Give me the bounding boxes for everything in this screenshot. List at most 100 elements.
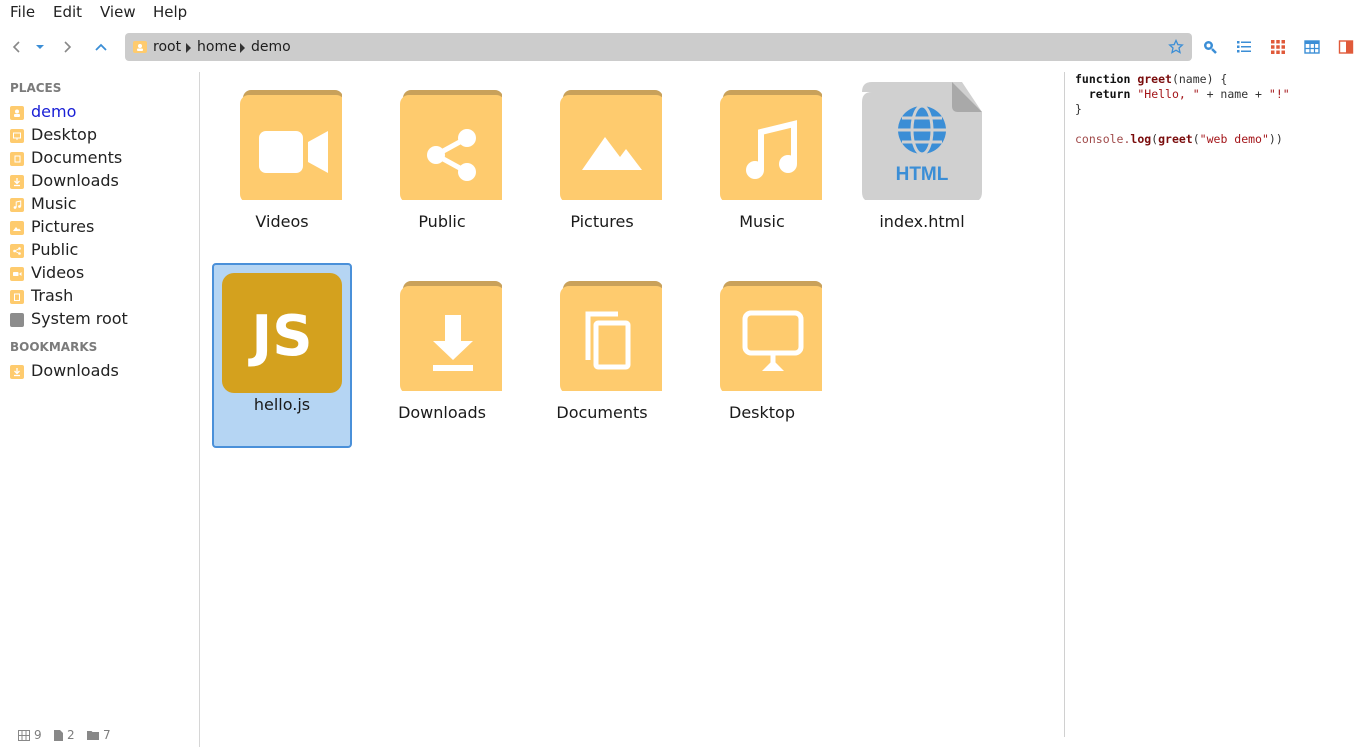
grid-view-button[interactable] <box>1269 38 1287 56</box>
menu-edit[interactable]: Edit <box>53 3 82 21</box>
sidebar-item-music[interactable]: Music <box>10 194 195 216</box>
drive-icon <box>10 313 24 327</box>
sidebar-item-label: Pictures <box>31 217 95 236</box>
videos-folder-icon <box>240 90 342 200</box>
chevron-up-icon <box>95 43 107 51</box>
home-folder-icon <box>10 106 24 120</box>
code-preview: function greet(name) { return "Hello, " … <box>1075 72 1290 147</box>
code-token: (name) { <box>1171 72 1228 86</box>
file-tile-videos[interactable]: Videos <box>212 72 352 257</box>
preview-pane-button[interactable] <box>1337 38 1355 56</box>
menu-file[interactable]: File <box>10 3 35 21</box>
sidebar-item-system-root[interactable]: System root <box>10 309 195 331</box>
file-icon <box>54 729 63 741</box>
back-button[interactable] <box>6 36 28 58</box>
file-tile-documents[interactable]: Documents <box>532 263 672 448</box>
pictures-folder-icon <box>10 221 24 235</box>
code-token: greet <box>1137 72 1172 86</box>
file-tile-pictures[interactable]: Pictures <box>532 72 672 257</box>
trash-icon <box>10 290 24 304</box>
desktop-folder-icon <box>10 129 24 143</box>
list-view-icon <box>1237 41 1251 53</box>
sidebar-item-label: Public <box>31 240 79 259</box>
sidebar-item-label: Documents <box>31 148 123 167</box>
file-name: Videos <box>255 212 309 231</box>
sidebar-item-documents[interactable]: Documents <box>10 148 195 170</box>
history-dropdown-button[interactable] <box>29 36 51 58</box>
breadcrumb-root[interactable]: root <box>153 39 181 55</box>
path-bar[interactable]: root home demo <box>125 33 1192 61</box>
forward-button[interactable] <box>56 36 78 58</box>
public-folder-icon <box>10 244 24 258</box>
grid-view-icon <box>1271 40 1285 54</box>
file-type-badge: HTML <box>896 164 949 185</box>
sidebar: PLACES demo Desktop Documents Downloads … <box>0 72 200 747</box>
search-button[interactable] <box>1201 38 1219 56</box>
sidebar-item-public[interactable]: Public <box>10 240 195 262</box>
item-count: 9 <box>34 728 42 742</box>
chevron-right-icon <box>64 41 72 53</box>
file-tile-index-html[interactable]: HTML index.html <box>852 72 992 257</box>
desktop-folder-icon <box>720 281 822 391</box>
sidebar-item-pictures[interactable]: Pictures <box>10 217 195 239</box>
bookmark-star-icon[interactable] <box>1168 39 1184 55</box>
code-token: } <box>1075 102 1082 116</box>
list-view-button[interactable] <box>1235 38 1253 56</box>
table-view-button[interactable] <box>1303 38 1321 56</box>
downloads-folder-icon <box>10 175 24 189</box>
sidebar-item-demo[interactable]: demo <box>10 102 195 124</box>
search-icon <box>1204 41 1217 54</box>
file-name: Pictures <box>570 212 634 231</box>
folder-icon <box>87 731 99 740</box>
file-tile-public[interactable]: Public <box>372 72 512 257</box>
grid-icon <box>18 729 30 741</box>
sidebar-item-trash[interactable]: Trash <box>10 286 195 308</box>
bookmark-item-downloads[interactable]: Downloads <box>10 361 195 383</box>
javascript-file-icon: JS <box>222 273 342 393</box>
sidebar-item-label: Trash <box>31 286 74 305</box>
file-tile-downloads[interactable]: Downloads <box>372 263 512 448</box>
sidebar-item-downloads[interactable]: Downloads <box>10 171 195 193</box>
code-token: "!" <box>1268 87 1290 101</box>
sidebar-item-label: Downloads <box>31 171 119 190</box>
music-folder-icon <box>720 90 822 200</box>
file-grid: Videos Public Pictures Music HTML index.… <box>200 72 1064 747</box>
file-tile-music[interactable]: Music <box>692 72 832 257</box>
downloads-folder-icon <box>400 281 502 391</box>
sidebar-item-label: Music <box>31 194 77 213</box>
file-name: Public <box>418 212 466 231</box>
code-token: function <box>1075 72 1131 86</box>
preview-pane: function greet(name) { return "Hello, " … <box>1064 72 1364 737</box>
breadcrumb-demo[interactable]: demo <box>251 39 291 55</box>
up-button[interactable] <box>90 36 112 58</box>
file-name: index.html <box>879 212 965 231</box>
table-view-icon <box>1304 40 1320 54</box>
documents-folder-icon <box>560 281 662 391</box>
file-tile-desktop[interactable]: Desktop <box>692 263 832 448</box>
code-token: )) <box>1268 132 1283 146</box>
sidebar-item-desktop[interactable]: Desktop <box>10 125 195 147</box>
folder-count: 7 <box>103 728 111 742</box>
file-name: Documents <box>556 403 648 422</box>
code-token: "Hello, " <box>1137 87 1200 101</box>
file-name: hello.js <box>253 395 311 414</box>
menu-view[interactable]: View <box>100 3 136 21</box>
pictures-folder-icon <box>560 90 662 200</box>
status-folders: 7 <box>87 728 111 742</box>
code-token: log <box>1130 132 1152 146</box>
menu-help[interactable]: Help <box>153 3 187 21</box>
sidebar-item-videos[interactable]: Videos <box>10 263 195 285</box>
bookmarks-heading: BOOKMARKS <box>10 340 98 354</box>
file-tile-hello-js[interactable]: JS hello.js <box>212 263 352 448</box>
code-token: "web demo" <box>1199 132 1269 146</box>
code-token: console. <box>1075 132 1131 146</box>
home-folder-icon <box>133 41 147 53</box>
chevron-left-icon <box>12 41 20 53</box>
downloads-folder-icon <box>10 365 24 379</box>
sidebar-item-label: System root <box>31 309 128 328</box>
breadcrumb-home[interactable]: home <box>197 39 237 55</box>
sidebar-item-label: Videos <box>31 263 85 282</box>
chevron-down-icon <box>36 45 44 49</box>
code-token: ( <box>1192 132 1200 146</box>
code-token: return <box>1088 87 1131 101</box>
